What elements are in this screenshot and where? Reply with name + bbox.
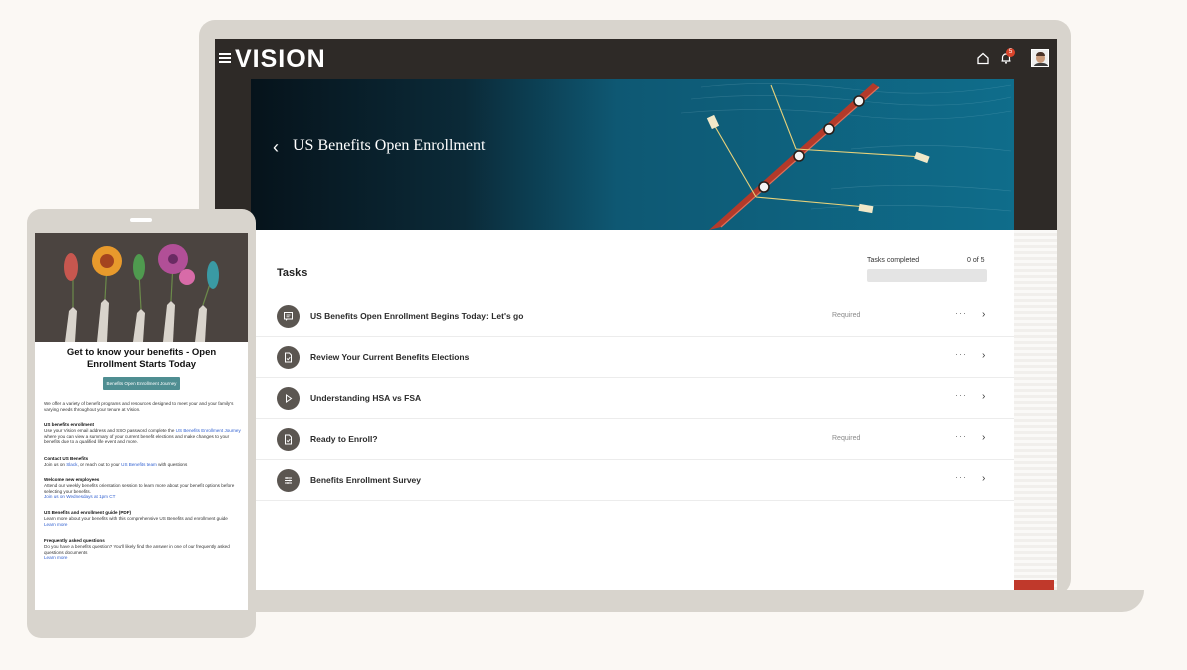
task-status: Required	[832, 312, 861, 319]
section-new-employees: Welcome new employees Attend our weekly …	[44, 477, 242, 500]
progress-label: Tasks completed	[867, 257, 920, 264]
learn-more-link[interactable]: Learn more	[44, 555, 68, 560]
benefits-team-link[interactable]: US Benefits team	[121, 462, 157, 467]
top-navigation-bar: VISION 5	[215, 39, 1057, 79]
tasks-heading: Tasks	[277, 267, 308, 279]
section-contact: Contact US Benefits Join us on Slack, or…	[44, 456, 242, 468]
enrollment-journey-link[interactable]: US Benefits Enrollment Journey	[176, 428, 241, 433]
intro-text: We offer a variety of benefit programs a…	[44, 401, 234, 412]
laptop-screen: VISION 5 ‹ US Benefits Open Enrollment T…	[215, 39, 1057, 590]
tasks-panel: Tasks Tasks completed 0 of 5 US Benefits…	[256, 230, 1014, 590]
section-text: with questions	[156, 461, 188, 467]
slack-link[interactable]: Slack	[66, 462, 77, 467]
play-icon	[277, 387, 300, 410]
progress-count: 0 of 5	[967, 257, 985, 264]
document-icon	[277, 428, 300, 451]
more-options-icon[interactable]: ···	[955, 349, 967, 359]
menu-icon[interactable]	[219, 53, 231, 63]
chevron-right-icon[interactable]: ›	[982, 350, 985, 361]
chevron-right-icon[interactable]: ›	[982, 432, 985, 443]
task-title: Understanding HSA vs FSA	[310, 393, 422, 403]
survey-icon	[277, 469, 300, 492]
section-text: Attend our weekly benefits orientation s…	[44, 482, 235, 494]
vision-logo[interactable]: VISION	[235, 45, 326, 74]
chevron-right-icon[interactable]: ›	[982, 309, 985, 320]
tablet-screen: Get to know your benefits - Open Enrollm…	[35, 233, 248, 610]
back-arrow-icon[interactable]: ‹	[273, 137, 279, 158]
chat-icon	[277, 305, 300, 328]
decorative-strip	[1014, 230, 1057, 590]
laptop-base	[228, 590, 1144, 612]
section-guide: US Benefits and enrollment guide (PDF) L…	[44, 510, 242, 527]
page-title: US Benefits Open Enrollment	[293, 137, 486, 154]
section-text: Use your Vision email address and SSO pa…	[44, 427, 176, 433]
task-row[interactable]: Benefits Enrollment Survey ··· ›	[256, 460, 1014, 501]
chevron-right-icon[interactable]: ›	[982, 473, 985, 484]
more-options-icon[interactable]: ···	[955, 472, 967, 482]
more-options-icon[interactable]: ···	[955, 431, 967, 441]
more-options-icon[interactable]: ···	[955, 308, 967, 318]
task-title: Review Your Current Benefits Elections	[310, 352, 470, 362]
section-text: Join us on	[44, 461, 67, 467]
task-row[interactable]: US Benefits Open Enrollment Begins Today…	[256, 296, 1014, 337]
progress-bar	[867, 269, 987, 282]
tablet-heading: Get to know your benefits - Open Enrollm…	[66, 347, 217, 370]
tablet-frame: Get to know your benefits - Open Enrollm…	[27, 209, 256, 638]
task-row[interactable]: Understanding HSA vs FSA ··· ›	[256, 378, 1014, 419]
home-icon[interactable]	[976, 51, 990, 65]
task-row[interactable]: Ready to Enroll? Required ··· ›	[256, 419, 1014, 460]
tablet-speaker	[130, 218, 152, 222]
section-text: Do you have a benefits question? You'll …	[44, 543, 230, 555]
chevron-right-icon[interactable]: ›	[982, 391, 985, 402]
section-enrollment: US benefits enrollment Use your Vision e…	[44, 422, 242, 445]
more-options-icon[interactable]: ···	[955, 390, 967, 400]
section-faq: Frequently asked questions Do you have a…	[44, 538, 242, 561]
notification-badge: 5	[1006, 48, 1015, 57]
section-text: Learn more about your benefits with this…	[44, 515, 228, 521]
section-text: , or reach out to your	[77, 461, 122, 467]
flowers-hero-image	[35, 233, 248, 342]
document-icon	[277, 346, 300, 369]
task-status: Required	[832, 435, 861, 442]
avatar[interactable]	[1031, 49, 1049, 67]
learn-more-link[interactable]: Learn more	[44, 522, 68, 527]
journey-button[interactable]: Benefits Open Enrollment Journey	[103, 377, 180, 390]
task-title: Ready to Enroll?	[310, 434, 378, 444]
task-row[interactable]: Review Your Current Benefits Elections ·…	[256, 337, 1014, 378]
section-text: where you can view a summary of your cur…	[44, 433, 230, 445]
task-title: Benefits Enrollment Survey	[310, 475, 422, 485]
accent-tab	[1014, 580, 1054, 590]
orientation-link[interactable]: Join us on Wednesdays at 1pm CT	[44, 494, 115, 499]
task-title: US Benefits Open Enrollment Begins Today…	[310, 311, 524, 321]
page-banner: ‹ US Benefits Open Enrollment	[251, 79, 1014, 230]
